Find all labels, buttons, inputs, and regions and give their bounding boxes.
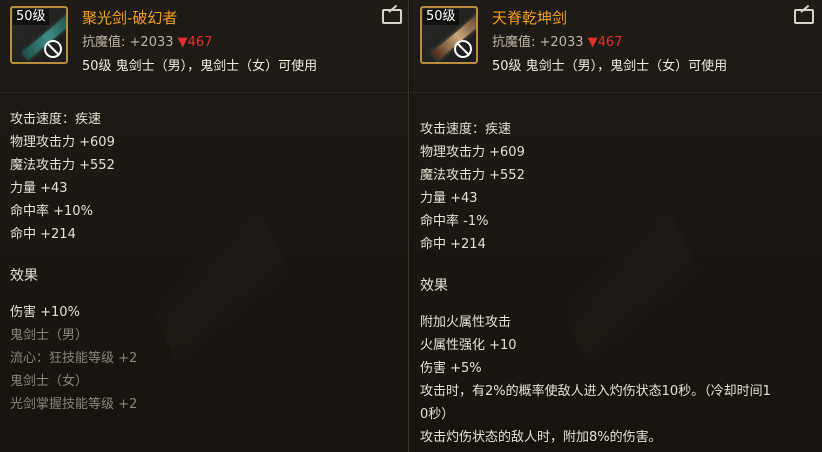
stat-hit: 命中 +214 (420, 237, 486, 252)
effect-line: 光剑掌握技能等级 +2 (10, 397, 138, 412)
stat-strength: 力量 +43 (420, 191, 478, 206)
stat-hit-rate: 命中率 +10% (10, 204, 93, 219)
anti-magic-line: 抗魔值: +2033 ▼467 (82, 31, 212, 50)
weapon-icon[interactable]: 50级 (420, 6, 478, 64)
effect-line: 伤害 +5% (420, 361, 482, 376)
effect-line: 攻击灼伤状态的敌人时，附加8%的伤害。 (420, 430, 662, 445)
item-tooltip-right: 50级 天脊乾坤剑 抗魔值: +2033 ▼467 50级 鬼剑士（男），鬼剑士… (410, 0, 822, 452)
effect-line: 流心：狂技能等级 +2 (10, 351, 138, 366)
share-icon[interactable] (794, 9, 814, 24)
effect-title: 效果 (420, 278, 448, 294)
stat-list: 攻击速度：疾速 物理攻击力 +609 魔法攻击力 +552 力量 +43 命中率… (10, 108, 115, 246)
divider (410, 92, 822, 93)
prohibited-icon (454, 40, 472, 58)
effect-line: 鬼剑士（男） (10, 328, 89, 343)
effect-list: 附加火属性攻击 火属性强化 +10 伤害 +5% 攻击时，有2%的概率使敌人进入… (420, 311, 814, 449)
weapon-icon[interactable]: 50级 (10, 6, 68, 64)
stat-attack-speed: 攻击速度：疾速 (10, 112, 102, 127)
item-tooltip-left: 50级 聚光剑-破幻者 抗魔值: +2033 ▼467 50级 鬼剑士（男），鬼… (0, 0, 409, 452)
stat-hit-rate: 命中率 -1% (420, 214, 489, 229)
anti-magic-label: 抗魔值: (492, 35, 536, 50)
effect-list: 伤害 +10% 鬼剑士（男） 流心：狂技能等级 +2 鬼剑士（女） 光剑掌握技能… (10, 301, 400, 416)
stat-attack-speed: 攻击速度：疾速 (420, 122, 512, 137)
level-badge: 50级 (423, 9, 459, 25)
prohibited-icon (44, 40, 62, 58)
stat-magic-attack: 魔法攻击力 +552 (10, 158, 115, 173)
effect-line: 附加火属性攻击 (420, 315, 512, 330)
stat-hit: 命中 +214 (10, 227, 76, 242)
item-name: 聚光剑-破幻者 (82, 9, 178, 27)
stat-physical-attack: 物理攻击力 +609 (420, 145, 525, 160)
stat-physical-attack: 物理攻击力 +609 (10, 135, 115, 150)
anti-magic-value: +2033 (129, 35, 174, 50)
stat-list: 攻击速度：疾速 物理攻击力 +609 魔法攻击力 +552 力量 +43 命中率… (420, 118, 525, 256)
item-name: 天脊乾坤剑 (492, 9, 568, 27)
level-badge: 50级 (13, 9, 49, 25)
effect-line: 伤害 +10% (10, 305, 80, 320)
anti-magic-value: +2033 (539, 35, 584, 50)
anti-magic-decrease: ▼467 (587, 35, 623, 50)
effect-line: 攻击时，有2%的概率使敌人进入灼伤状态10秒。（冷却时间1 (420, 384, 771, 399)
divider (0, 92, 408, 93)
stat-magic-attack: 魔法攻击力 +552 (420, 168, 525, 183)
tooltip-header: 50级 天脊乾坤剑 抗魔值: +2033 ▼467 50级 鬼剑士（男），鬼剑士… (410, 0, 822, 90)
usage-requirement: 50级 鬼剑士（男），鬼剑士（女）可使用 (492, 59, 728, 74)
tooltip-header: 50级 聚光剑-破幻者 抗魔值: +2033 ▼467 50级 鬼剑士（男），鬼… (0, 0, 408, 90)
effect-line: 鬼剑士（女） (10, 374, 89, 389)
anti-magic-decrease: ▼467 (177, 35, 213, 50)
effect-line: 火属性强化 +10 (420, 338, 517, 353)
usage-requirement: 50级 鬼剑士（男），鬼剑士（女）可使用 (82, 59, 318, 74)
share-icon[interactable] (382, 9, 402, 24)
anti-magic-line: 抗魔值: +2033 ▼467 (492, 31, 622, 50)
anti-magic-label: 抗魔值: (82, 35, 126, 50)
effect-title: 效果 (10, 268, 38, 284)
stat-strength: 力量 +43 (10, 181, 68, 196)
effect-line: 0秒） (420, 407, 455, 422)
